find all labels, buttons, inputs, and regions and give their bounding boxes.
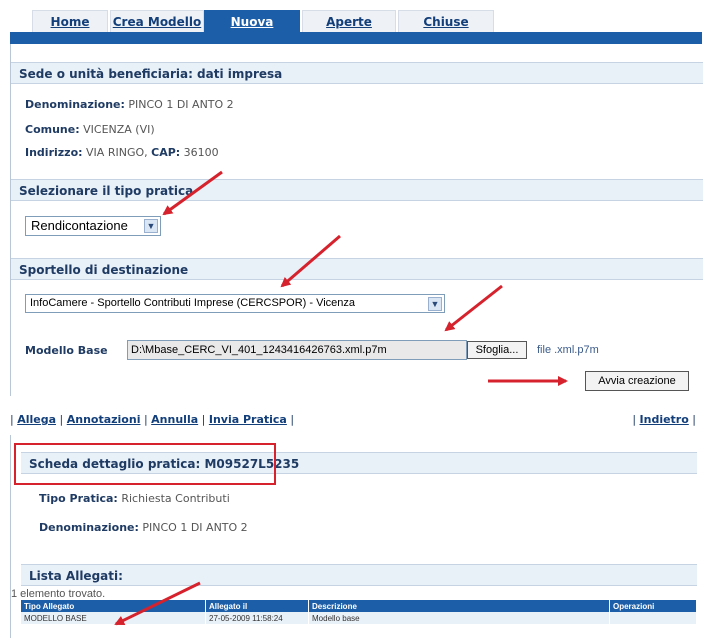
arrow-group <box>114 170 568 626</box>
annotation-arrows <box>114 170 568 626</box>
arrow-modello <box>444 284 503 332</box>
arrow-sportello <box>280 234 341 288</box>
arrow-allegato <box>114 581 201 626</box>
arrow-tipo <box>162 170 223 216</box>
